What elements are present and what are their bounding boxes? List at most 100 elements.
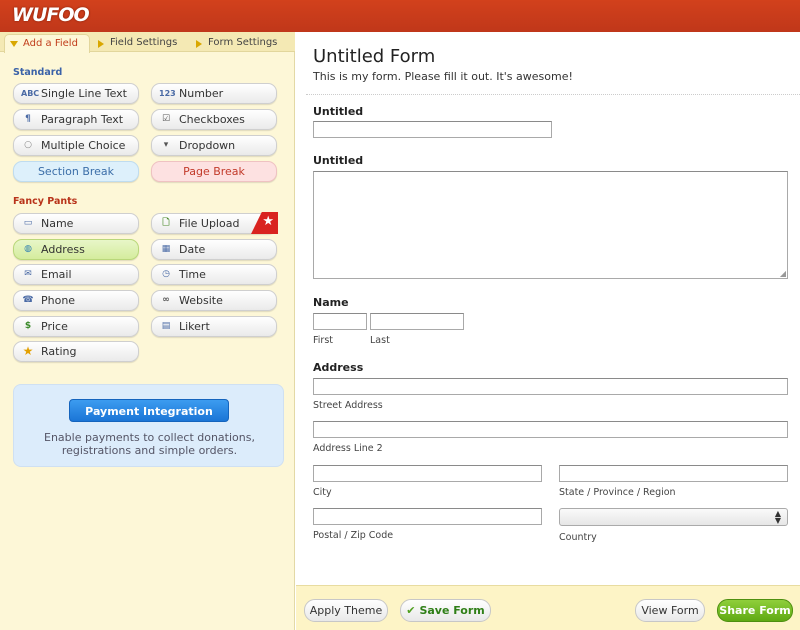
- payment-integration-button[interactable]: Payment Integration: [69, 399, 229, 422]
- street-address-input[interactable]: [313, 378, 788, 395]
- field-label-untitled-2[interactable]: Untitled: [313, 154, 363, 167]
- tab-field-settings[interactable]: Field Settings: [92, 34, 188, 53]
- field-label: Time: [179, 268, 206, 281]
- name-card-icon: ▭: [23, 218, 33, 228]
- bottom-toolbar: Apply Theme ✔ Save Form View Form Share F…: [296, 585, 800, 630]
- field-label: Likert: [179, 320, 210, 333]
- link-icon: ∞: [162, 295, 170, 305]
- field-label: File Upload: [179, 217, 240, 230]
- resize-handle-icon[interactable]: ◢: [780, 270, 786, 278]
- last-sublabel: Last: [370, 335, 390, 346]
- globe-icon: ◍: [24, 244, 32, 254]
- form-preview: Untitled Form This is my form. Please fi…: [296, 32, 800, 585]
- triangle-right-icon: [196, 40, 202, 48]
- address-field-button[interactable]: ◍ Address: [13, 239, 139, 260]
- tab-form-settings[interactable]: Form Settings: [190, 34, 290, 53]
- date-field-button[interactable]: ▦ Date: [151, 239, 277, 260]
- view-form-button[interactable]: View Form: [635, 599, 705, 622]
- likert-field-button[interactable]: ▤ Likert: [151, 316, 277, 337]
- abc-icon: ABC: [21, 89, 40, 98]
- select-arrows-icon: ▲ ▼: [774, 509, 781, 525]
- payment-line-1: Enable payments to collect donations,: [44, 431, 255, 444]
- wufoo-logo[interactable]: WUFOO: [12, 4, 90, 26]
- divider: [306, 94, 800, 95]
- field-label: Multiple Choice: [41, 139, 126, 152]
- state-sublabel: State / Province / Region: [559, 487, 676, 498]
- first-name-input[interactable]: [313, 313, 367, 330]
- field-label: Paragraph Text: [41, 113, 124, 126]
- clock-icon: ◷: [162, 269, 170, 279]
- save-form-button[interactable]: ✔ Save Form: [400, 599, 491, 622]
- zip-input[interactable]: [313, 508, 542, 525]
- page-break-button[interactable]: Page Break: [151, 161, 277, 182]
- triangle-down-icon: [10, 41, 18, 47]
- address-label[interactable]: Address: [313, 361, 363, 374]
- number-button[interactable]: 123 Number: [151, 83, 277, 104]
- state-input[interactable]: [559, 465, 788, 482]
- checkmark-icon: ✔: [406, 604, 416, 617]
- paragraph-text-button[interactable]: ¶ Paragraph Text: [13, 109, 139, 130]
- address-line-2-input[interactable]: [313, 421, 788, 438]
- tab-label: Add a Field: [23, 38, 78, 49]
- website-field-button[interactable]: ∞ Website: [151, 290, 277, 311]
- star-icon: ★: [262, 214, 274, 229]
- field-label: Email: [41, 268, 72, 281]
- envelope-icon: ✉: [24, 269, 32, 279]
- apply-theme-button[interactable]: Apply Theme: [304, 599, 388, 622]
- panel-tabs: Add a Field Field Settings Form Settings: [0, 32, 295, 53]
- field-label: Address: [41, 243, 85, 256]
- file-upload-icon: 🗋: [162, 218, 170, 228]
- grid-icon: ▤: [161, 321, 171, 331]
- street-sublabel: Street Address: [313, 400, 383, 411]
- field-label: Phone: [41, 294, 76, 307]
- country-sublabel: Country: [559, 532, 597, 543]
- number-icon: 123: [159, 89, 176, 98]
- share-form-button[interactable]: Share Form: [717, 599, 793, 622]
- checkboxes-button[interactable]: ☑ Checkboxes: [151, 109, 277, 130]
- phone-icon: ☎: [22, 295, 34, 305]
- country-select[interactable]: ▲ ▼: [559, 508, 788, 526]
- price-field-button[interactable]: $ Price: [13, 316, 139, 337]
- field-label: Name: [41, 217, 74, 230]
- save-form-label: Save Form: [419, 604, 485, 617]
- form-title[interactable]: Untitled Form: [313, 46, 435, 67]
- star-icon: ★: [22, 344, 34, 358]
- field-label: Date: [179, 243, 206, 256]
- single-line-input[interactable]: [313, 121, 552, 138]
- checkbox-icon: ☑: [161, 114, 171, 124]
- tab-add-a-field[interactable]: Add a Field: [4, 34, 90, 53]
- last-name-input[interactable]: [370, 313, 464, 330]
- zip-sublabel: Postal / Zip Code: [313, 530, 394, 541]
- section-break-button[interactable]: Section Break: [13, 161, 139, 182]
- field-label: Dropdown: [179, 139, 236, 152]
- left-panel: Add a Field Field Settings Form Settings…: [0, 32, 295, 630]
- dropdown-button[interactable]: ▾ Dropdown: [151, 135, 277, 156]
- field-label: Number: [179, 87, 224, 100]
- fancy-pants-heading: Fancy Pants: [13, 196, 78, 207]
- time-field-button[interactable]: ◷ Time: [151, 264, 277, 285]
- name-field-button[interactable]: ▭ Name: [13, 213, 139, 234]
- email-field-button[interactable]: ✉ Email: [13, 264, 139, 285]
- phone-field-button[interactable]: ☎ Phone: [13, 290, 139, 311]
- field-label: Single Line Text: [41, 87, 127, 100]
- triangle-right-icon: [98, 40, 104, 48]
- money-icon: $: [24, 321, 32, 331]
- standard-heading: Standard: [13, 67, 63, 78]
- field-label-untitled-1[interactable]: Untitled: [313, 105, 363, 118]
- first-sublabel: First: [313, 335, 333, 346]
- field-label: Rating: [41, 345, 77, 358]
- multiple-choice-button[interactable]: ○ Multiple Choice: [13, 135, 139, 156]
- payment-line-2: registrations and simple orders.: [61, 444, 238, 457]
- paragraph-textarea[interactable]: ◢: [313, 171, 788, 279]
- calendar-icon: ▦: [161, 244, 171, 254]
- city-sublabel: City: [313, 487, 332, 498]
- payment-box: Payment Integration Enable payments to c…: [13, 384, 284, 467]
- form-description[interactable]: This is my form. Please fill it out. It'…: [313, 70, 573, 83]
- city-input[interactable]: [313, 465, 542, 482]
- name-label[interactable]: Name: [313, 296, 349, 309]
- field-label: Website: [179, 294, 223, 307]
- single-line-text-button[interactable]: ABC Single Line Text: [13, 83, 139, 104]
- field-label: Checkboxes: [179, 113, 245, 126]
- tab-label: Field Settings: [110, 37, 178, 48]
- rating-field-button[interactable]: ★ Rating: [13, 341, 139, 362]
